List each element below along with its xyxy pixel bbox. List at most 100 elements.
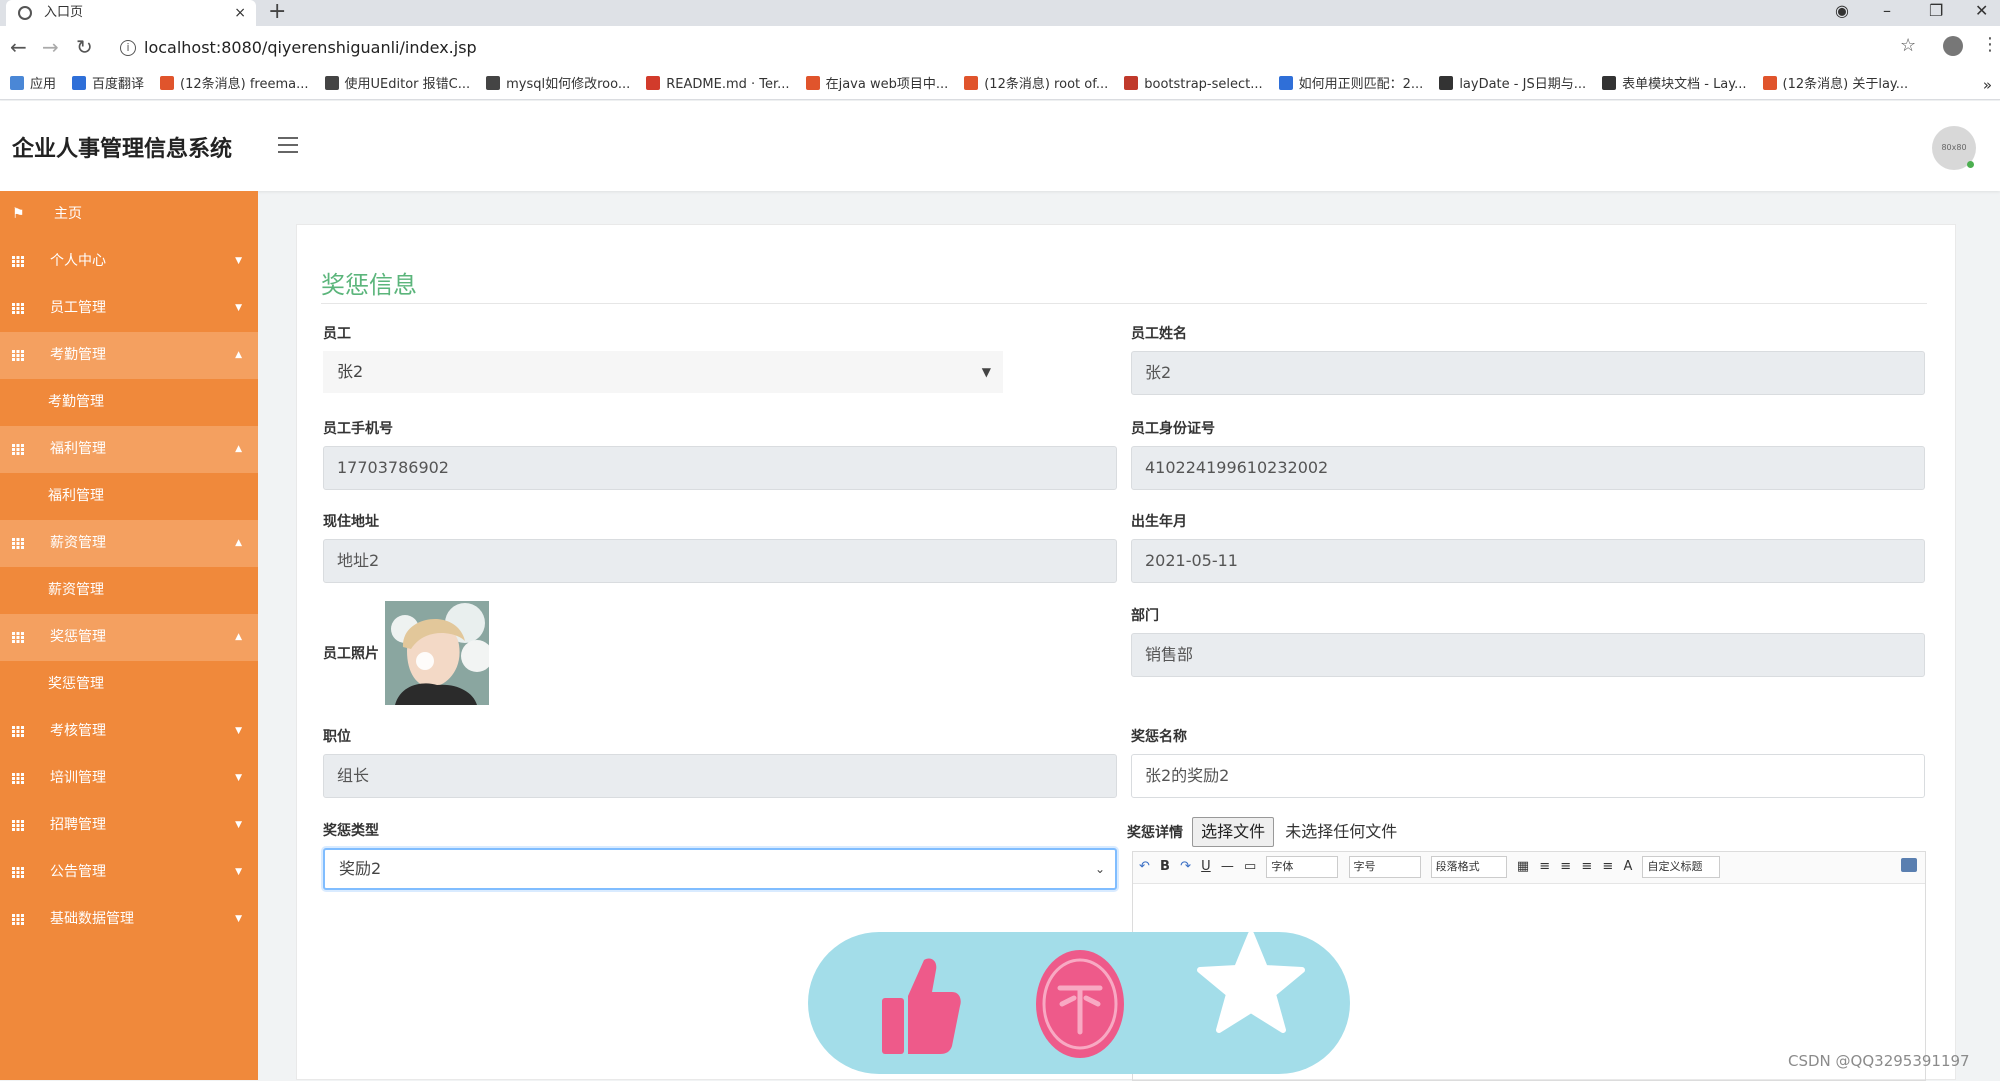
restore-icon[interactable]: ❐ [1929,0,1943,26]
bookmark-item[interactable]: 应用 [10,70,56,99]
new-tab-button[interactable]: + [268,0,286,24]
caret-down-icon: ▼ [235,256,242,266]
browser-menu-icon[interactable]: ⋮ [1981,34,1999,55]
caret-up-icon: ▲ [235,538,242,548]
align-justify-icon[interactable]: ≡ [1602,852,1613,882]
sidebar-subitem[interactable]: 薪资管理 [0,567,258,614]
sidebar-item[interactable]: 考勤管理 ▲ [0,332,258,379]
idcard-field[interactable]: 410224199610232002 [1131,446,1925,490]
grid-icon [12,256,24,267]
bookmark-item[interactable]: 如何用正则匹配：2... [1278,70,1423,99]
reward-name-field[interactable]: 张2的奖励2 [1131,754,1925,798]
align-right-icon[interactable]: ≡ [1560,852,1571,882]
bookmark-item[interactable]: layDate - JS日期与... [1439,70,1587,99]
coin-icon[interactable] [1034,948,1126,1060]
detail-label: 奖惩详情 [1127,825,1183,841]
underline-icon[interactable]: U [1201,852,1211,882]
sidebar-item[interactable]: 招聘管理 ▼ [0,802,258,849]
font-size-select[interactable]: 字号 [1348,855,1421,878]
paragraph-format-select[interactable]: 段落格式 [1430,855,1507,878]
star-icon[interactable] [1196,930,1306,1040]
bookmark-star-icon[interactable]: ☆ [1900,35,1916,56]
avatar-text: 80x80 [1941,143,1967,152]
bookmark-item[interactable]: (12条消息) 关于lay... [1762,70,1908,99]
bookmark-item[interactable]: bootstrap-select... [1124,70,1263,99]
forward-icon[interactable]: → [42,36,59,58]
bookmark-item[interactable]: (12条消息) root of... [964,70,1108,99]
tab-close-button[interactable]: × [234,0,246,26]
bookmark-item[interactable]: 在java web项目中... [805,70,949,99]
undo-icon[interactable]: ↶ [1139,852,1150,882]
horizontal-rule-icon[interactable]: — [1221,852,1234,882]
bookmark-item[interactable]: 表单模块文档 - Lay... [1602,70,1747,99]
bookmark-item[interactable]: mysql如何修改roo... [486,70,630,99]
name-field[interactable]: 张2 [1131,351,1925,395]
bookmark-favicon-icon [1439,76,1454,90]
sidebar-item[interactable]: 公告管理 ▼ [0,849,258,896]
sidebar-item-label: 招聘管理 [50,817,106,833]
bookmark-item[interactable]: README.md · Ter... [646,70,790,99]
site-info-icon[interactable]: i [120,40,136,56]
sidebar-item-label: 个人中心 [50,253,106,269]
fullscreen-icon[interactable] [1901,858,1917,872]
menu-toggle-icon[interactable] [278,137,298,153]
position-field[interactable]: 组长 [323,754,1117,798]
address-bar-row: ← → ↻ i localhost:8080/qiyerenshiguanli/… [0,26,2000,70]
bookmark-item[interactable]: 百度翻译 [72,70,144,99]
sidebar-item[interactable]: 奖惩管理 ▲ [0,614,258,661]
thumbs-up-icon[interactable] [878,952,962,1056]
address-field[interactable]: 地址2 [323,539,1117,583]
sidebar-item[interactable]: ⚑ 主页 [0,191,258,238]
window-close-icon[interactable]: ✕ [1975,0,1988,26]
font-color-icon[interactable]: A [1623,852,1632,882]
photo-label: 员工照片 [323,646,379,662]
font-family-select[interactable]: 字体 [1266,855,1339,878]
idcard-label: 员工身份证号 [1131,421,1215,437]
minimize-icon[interactable]: – [1883,0,1891,26]
dept-label: 部门 [1131,608,1159,624]
editor-toolbar: ↶ B ↷ U — ▭ 字体 字号 段落格式 ▦ ≡ ≡ ≡ ≡ A 自定义标题 [1133,852,1925,884]
sidebar-item[interactable]: 员工管理 ▼ [0,285,258,332]
reward-type-label: 奖惩类型 [323,823,379,839]
sidebar-item-label: 考核管理 [50,723,106,739]
profile-menu-icon[interactable]: ◉ [1835,0,1849,26]
sidebar-item[interactable]: 薪资管理 ▲ [0,520,258,567]
sidebar-item[interactable]: 培训管理 ▼ [0,755,258,802]
bookmarks-more-icon[interactable]: » [1983,70,1992,99]
url-field[interactable]: i localhost:8080/qiyerenshiguanli/index.… [112,32,1912,64]
table-icon[interactable]: ▦ [1517,852,1529,882]
online-status-dot [1967,161,1974,168]
reward-type-value: 奖励2 [339,859,382,878]
sidebar-item-label: 公告管理 [50,864,106,880]
bookmark-item[interactable]: 使用UEditor 报错C... [324,70,470,99]
sidebar-item[interactable]: 福利管理 ▲ [0,426,258,473]
align-left-icon[interactable]: ≡ [1539,852,1550,882]
sidebar-subitem[interactable]: 福利管理 [0,473,258,520]
browser-tab[interactable]: 入口页 × [6,0,256,26]
align-center-icon[interactable]: ≡ [1581,852,1592,882]
back-icon[interactable]: ← [10,36,27,58]
bold-icon[interactable]: B [1160,852,1170,882]
birth-field[interactable]: 2021-05-11 [1131,539,1925,583]
sidebar-subitem[interactable]: 考勤管理 [0,379,258,426]
clear-format-icon[interactable]: ▭ [1244,852,1256,882]
avatar[interactable]: 80x80 [1932,126,1976,170]
choose-file-button[interactable]: 选择文件 [1192,817,1275,847]
sidebar-item[interactable]: 基础数据管理 ▼ [0,896,258,943]
sidebar-item[interactable]: 考核管理 ▼ [0,708,258,755]
redo-icon[interactable]: ↷ [1180,852,1191,882]
sidebar-subitem[interactable]: 奖惩管理 [0,661,258,708]
bookmark-favicon-icon [646,76,661,90]
dept-field[interactable]: 销售部 [1131,633,1925,677]
reward-type-select[interactable]: 奖励2 ⌄ [323,848,1117,890]
reload-icon[interactable]: ↻ [76,36,93,58]
account-icon[interactable] [1943,36,1963,56]
bookmark-label: 在java web项目中... [825,77,949,92]
flag-icon: ⚑ [12,206,25,222]
phone-field[interactable]: 17703786902 [323,446,1117,490]
employee-select[interactable]: 张2 ▼ [323,351,1003,393]
bookmark-item[interactable]: (12条消息) freema... [160,70,309,99]
sidebar-item[interactable]: 个人中心 ▼ [0,238,258,285]
bookmark-label: layDate - JS日期与... [1459,77,1587,92]
custom-title-select[interactable]: 自定义标题 [1642,855,1721,878]
